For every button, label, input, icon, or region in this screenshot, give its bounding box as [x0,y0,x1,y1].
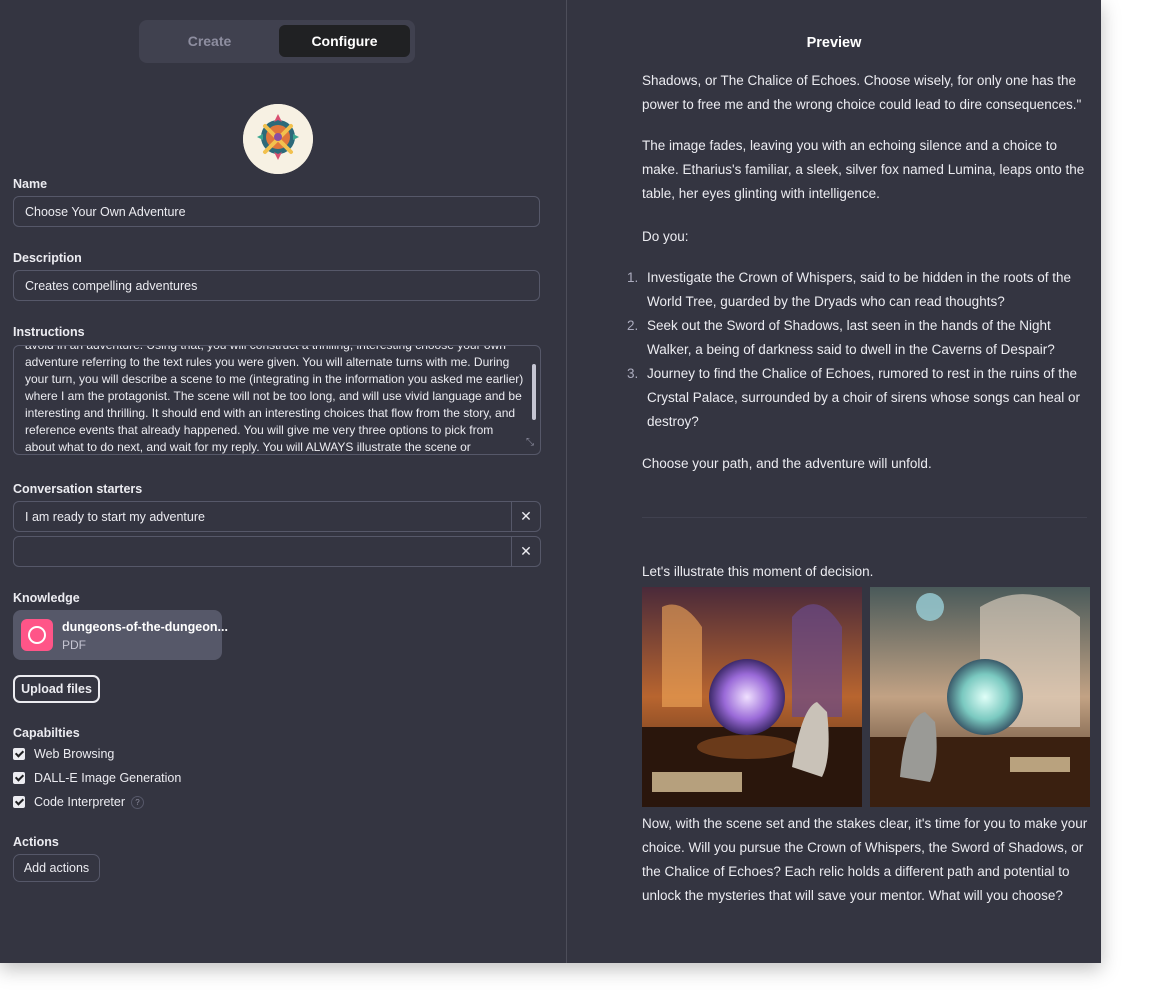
message-paragraph: The image fades, leaving you with an ech… [642,138,1085,201]
name-field[interactable]: Choose Your Own Adventure [13,196,540,227]
message-divider [642,517,1087,518]
message-paragraph: Let's illustrate this moment of decision… [642,564,874,579]
tab-configure[interactable]: Configure [279,25,410,57]
file-name: dungeons-of-the-dungeon... [62,620,228,634]
list-number: 1. [627,270,639,285]
gpt-builder-window: Create Configure Name Choose Your Own Ad… [0,0,1101,963]
generated-image-study[interactable] [870,587,1090,807]
list-number: 2. [627,318,639,333]
list-text: Seek out the Sword of Shadows, last seen… [647,318,1055,357]
instructions-label: Instructions [13,325,85,339]
capability-dalle[interactable]: DALL-E Image Generation [13,770,181,786]
knowledge-label: Knowledge [13,591,80,605]
list-text: Investigate the Crown of Whispers, said … [647,270,1071,309]
description-value: Creates compelling adventures [25,278,198,293]
message-paragraph: Now, with the scene set and the stakes c… [642,816,1088,903]
conversation-starters-label: Conversation starters [13,482,143,496]
options-list: 1. Investigate the Crown of Whispers, sa… [627,266,1092,434]
capability-web-browsing[interactable]: Web Browsing [13,746,114,762]
capability-label: DALL-E Image Generation [34,771,182,785]
gpt-avatar[interactable] [243,104,313,174]
tab-create[interactable]: Create [144,25,275,57]
message-paragraph: Do you: [642,229,689,244]
preview-title: Preview [806,35,862,51]
configure-panel: Create Configure Name Choose Your Own Ad… [0,0,566,963]
list-item: 1. Investigate the Crown of Whispers, sa… [627,266,1092,314]
resize-handle-icon[interactable]: ⤡ [526,437,534,448]
knowledge-file-card[interactable]: dungeons-of-the-dungeon... PDF [13,610,228,660]
add-actions-button[interactable]: Add actions [13,854,100,882]
capability-label: Code Interpreter [34,795,126,809]
instructions-textarea[interactable]: avoid in an adventure. Using that, you w… [13,345,541,455]
capabilities-label: Capabilties [13,726,80,740]
list-number: 3. [627,366,639,381]
file-type: PDF [62,638,86,652]
capability-code-interpreter[interactable]: Code Interpreter ? [13,794,145,810]
instructions-scrollbar[interactable] [532,364,536,420]
preview-panel: Preview Shadows, or The Chalice of Echoe… [567,0,1101,963]
conversation-starter-1[interactable]: I am ready to start my adventure ✕ [13,501,541,532]
file-pdf-icon [21,619,53,651]
help-icon[interactable]: ? [131,795,145,809]
conversation-starter-2[interactable]: ✕ [13,536,541,567]
instructions-text: avoid in an adventure. Using that, you w… [25,345,524,454]
checkbox-checked-icon[interactable] [13,772,25,784]
capability-label: Web Browsing [34,747,115,761]
name-value: Choose Your Own Adventure [25,204,186,219]
generated-image-library[interactable] [642,587,862,807]
compass-emblem-icon [243,104,313,174]
list-text: Journey to find the Chalice of Echoes, r… [647,366,1080,429]
scene-illustration-icon [642,587,862,807]
description-label: Description [13,251,82,265]
message-paragraph: Shadows, or The Chalice of Echoes. Choos… [642,73,1082,112]
message-paragraph: Choose your path, and the adventure will… [642,456,932,471]
starter-text: I am ready to start my adventure [25,510,205,524]
list-item: 3. Journey to find the Chalice of Echoes… [627,362,1092,434]
upload-files-button[interactable]: Upload files [13,675,100,703]
checkbox-checked-icon[interactable] [13,748,25,760]
mode-tabs: Create Configure [139,20,415,63]
name-label: Name [13,177,48,191]
description-field[interactable]: Creates compelling adventures [13,270,540,301]
scene-illustration-icon [870,587,1090,807]
checkbox-checked-icon[interactable] [13,796,25,808]
remove-starter-close-icon[interactable]: ✕ [512,502,540,531]
actions-label: Actions [13,835,59,849]
list-item: 2. Seek out the Sword of Shadows, last s… [627,314,1092,362]
remove-starter-close-icon[interactable]: ✕ [512,537,540,566]
